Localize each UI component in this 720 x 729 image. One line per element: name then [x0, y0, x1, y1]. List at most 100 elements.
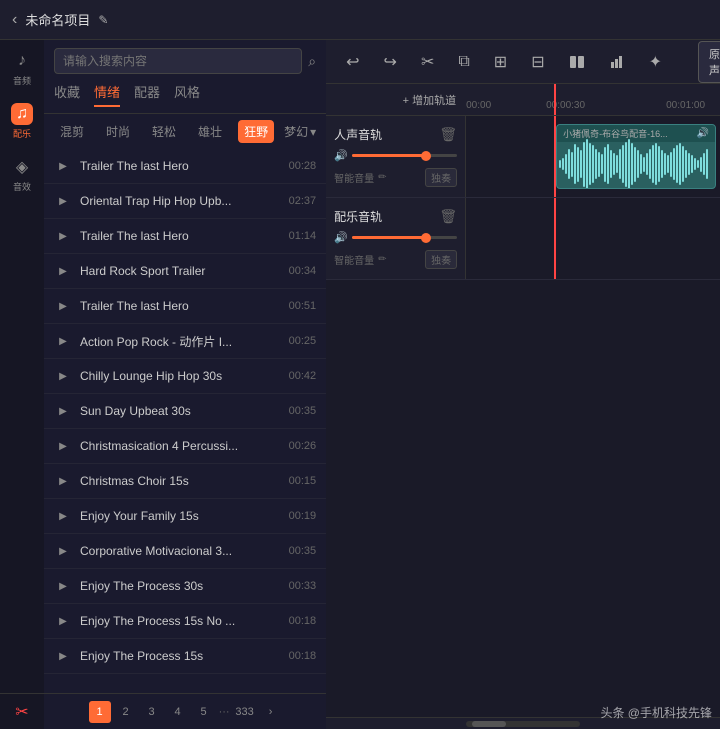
tab-style[interactable]: 风格 — [174, 82, 200, 107]
page-next-button[interactable]: › — [260, 701, 282, 723]
sidebar-item-audio[interactable]: ♪ 音频 — [11, 50, 33, 87]
play-icon[interactable]: ▶ — [54, 192, 72, 210]
music-list-item[interactable]: ▶ Hard Rock Sport Trailer 00:34 — [44, 254, 326, 289]
smart-volume-edit-music[interactable]: ✏ — [378, 254, 386, 265]
page-4-button[interactable]: 4 — [167, 701, 189, 723]
track-content-music[interactable] — [466, 198, 720, 279]
play-icon[interactable]: ▶ — [54, 227, 72, 245]
playhead-music — [554, 198, 556, 279]
music-list-item[interactable]: ▶ Christmas Choir 15s 00:15 — [44, 464, 326, 499]
edit-title-icon[interactable]: ✎ — [98, 13, 108, 27]
volume-slider-vocal[interactable] — [352, 154, 457, 157]
sub-tab-mix[interactable]: 混剪 — [54, 120, 90, 143]
toolbar: ↩ ↪ ✂ ⧉ ⊞ ⊟ ✦ 原声 — [326, 40, 720, 84]
search-button[interactable]: ⌕ — [308, 53, 316, 70]
original-button[interactable]: 原声 — [698, 41, 720, 83]
sub-tab-wild[interactable]: 狂野 — [238, 120, 274, 143]
music-list-item[interactable]: ▶ Enjoy The Process 30s 00:33 — [44, 569, 326, 604]
music-duration: 00:26 — [289, 440, 317, 452]
tab-instrument[interactable]: 配器 — [134, 82, 160, 107]
track-content-vocal[interactable]: 小猪佩奇-布谷鸟配音-16... 🔊 — [466, 116, 720, 197]
page-1-button[interactable]: 1 — [89, 701, 111, 723]
play-icon[interactable]: ▶ — [54, 577, 72, 595]
ruler-mark-0: 00:00 — [466, 100, 491, 111]
music-list-item[interactable]: ▶ Chilly Lounge Hip Hop 30s 00:42 — [44, 359, 326, 394]
add-track-button[interactable]: + 增加轨道 — [403, 92, 456, 108]
play-icon[interactable]: ▶ — [54, 262, 72, 280]
music-list-item[interactable]: ▶ Enjoy The Process 15s No ... 00:18 — [44, 604, 326, 639]
settings-button[interactable]: ✦ — [645, 48, 666, 76]
music-list-item[interactable]: ▶ Trailer The last Hero 00:28 — [44, 149, 326, 184]
delete-button[interactable]: ⊟ — [527, 48, 548, 76]
music-list-item[interactable]: ▶ Action Pop Rock - 动作片 I... 00:25 — [44, 324, 326, 359]
music-list-item[interactable]: ▶ Trailer The last Hero 00:51 — [44, 289, 326, 324]
music-list-item[interactable]: ▶ Enjoy Your Family 15s 00:19 — [44, 499, 326, 534]
play-icon[interactable]: ▶ — [54, 612, 72, 630]
page-2-button[interactable]: 2 — [115, 701, 137, 723]
cut-button[interactable]: ✂ — [417, 48, 438, 76]
music-list-item[interactable]: ▶ Trailer The last Hero 01:14 — [44, 219, 326, 254]
solo-button-music[interactable]: 独奏 — [425, 250, 457, 269]
play-icon[interactable]: ▶ — [54, 542, 72, 560]
music-list-item[interactable]: ▶ Enjoy The Process 15s 00:18 — [44, 639, 326, 674]
split-button[interactable] — [565, 50, 589, 74]
scissors-icon[interactable]: ✂ — [15, 702, 28, 722]
sfx-icon: ◈ — [11, 156, 33, 178]
smart-volume-row-vocal: 智能音量 ✏ 独奏 — [334, 168, 457, 187]
track-delete-music[interactable]: 🗑 — [439, 208, 457, 225]
sidebar-item-sfx[interactable]: ◈ 音效 — [11, 156, 33, 193]
scroll-track[interactable] — [466, 721, 580, 727]
play-icon[interactable]: ▶ — [54, 332, 72, 350]
volume-slider-music[interactable] — [352, 236, 457, 239]
page-3-button[interactable]: 3 — [141, 701, 163, 723]
volume-thumb-vocal[interactable] — [421, 151, 431, 161]
music-name: Enjoy The Process 15s — [80, 649, 281, 663]
music-name: Christmasication 4 Percussi... — [80, 439, 281, 453]
scroll-thumb[interactable] — [472, 721, 506, 727]
page-333-button[interactable]: 333 — [234, 701, 256, 723]
track-row-vocal: 人声音轨 🗑 🔊 智能音量 ✏ 独奏 — [326, 116, 720, 198]
play-icon[interactable]: ▶ — [54, 437, 72, 455]
volume-fill-vocal — [352, 154, 426, 157]
chart-button[interactable] — [605, 50, 629, 74]
top-bar: ‹ 未命名项目 ✎ — [0, 0, 720, 40]
track-name-row-music: 配乐音轨 🗑 — [334, 208, 457, 225]
music-list-item[interactable]: ▶ Christmasication 4 Percussi... 00:26 — [44, 429, 326, 464]
sub-tab-fashion[interactable]: 时尚 — [100, 120, 136, 143]
music-list-item[interactable]: ▶ Corporative Motivacional 3... 00:35 — [44, 534, 326, 569]
sidebar-item-music[interactable]: ♫ 配乐 — [11, 103, 33, 140]
back-button[interactable]: ‹ — [12, 11, 17, 29]
music-list-item[interactable]: ▶ Sun Day Upbeat 30s 00:35 — [44, 394, 326, 429]
sub-tab-mighty[interactable]: 雄壮 — [192, 120, 228, 143]
play-icon[interactable]: ▶ — [54, 647, 72, 665]
smart-volume-edit-vocal[interactable]: ✏ — [378, 172, 386, 183]
play-icon[interactable]: ▶ — [54, 157, 72, 175]
play-icon[interactable]: ▶ — [54, 367, 72, 385]
track-delete-vocal[interactable]: 🗑 — [439, 126, 457, 143]
play-icon[interactable]: ▶ — [54, 472, 72, 490]
music-duration: 00:42 — [289, 370, 317, 382]
pagination: 1 2 3 4 5 ··· 333 › — [44, 693, 326, 729]
music-duration: 00:51 — [289, 300, 317, 312]
search-input[interactable] — [54, 48, 302, 74]
redo-button[interactable]: ↪ — [380, 48, 401, 76]
solo-button-vocal[interactable]: 独奏 — [425, 168, 457, 187]
page-5-button[interactable]: 5 — [193, 701, 215, 723]
sub-tab-dream[interactable]: 梦幻 ▾ — [284, 123, 316, 140]
copy-button[interactable]: ⧉ — [454, 49, 473, 75]
tab-collect[interactable]: 收藏 — [54, 82, 80, 107]
smart-volume-label-vocal: 智能音量 — [334, 170, 374, 185]
music-list-item[interactable]: ▶ Oriental Trap Hip Hop Upb... 02:37 — [44, 184, 326, 219]
play-icon[interactable]: ▶ — [54, 402, 72, 420]
play-icon[interactable]: ▶ — [54, 297, 72, 315]
paste-button[interactable]: ⊞ — [490, 48, 511, 76]
track-name-row-vocal: 人声音轨 🗑 — [334, 126, 457, 143]
play-icon[interactable]: ▶ — [54, 507, 72, 525]
volume-thumb-music[interactable] — [421, 233, 431, 243]
music-name: Sun Day Upbeat 30s — [80, 404, 281, 418]
audio-block-vocal[interactable]: 小猪佩奇-布谷鸟配音-16... 🔊 — [556, 124, 716, 189]
sub-tab-relax[interactable]: 轻松 — [146, 120, 182, 143]
undo-button[interactable]: ↩ — [342, 48, 363, 76]
sidebar-icon-strip: ♪ 音频 ♫ 配乐 ◈ 音效 — [0, 40, 44, 729]
tab-mood[interactable]: 情绪 — [94, 82, 120, 107]
